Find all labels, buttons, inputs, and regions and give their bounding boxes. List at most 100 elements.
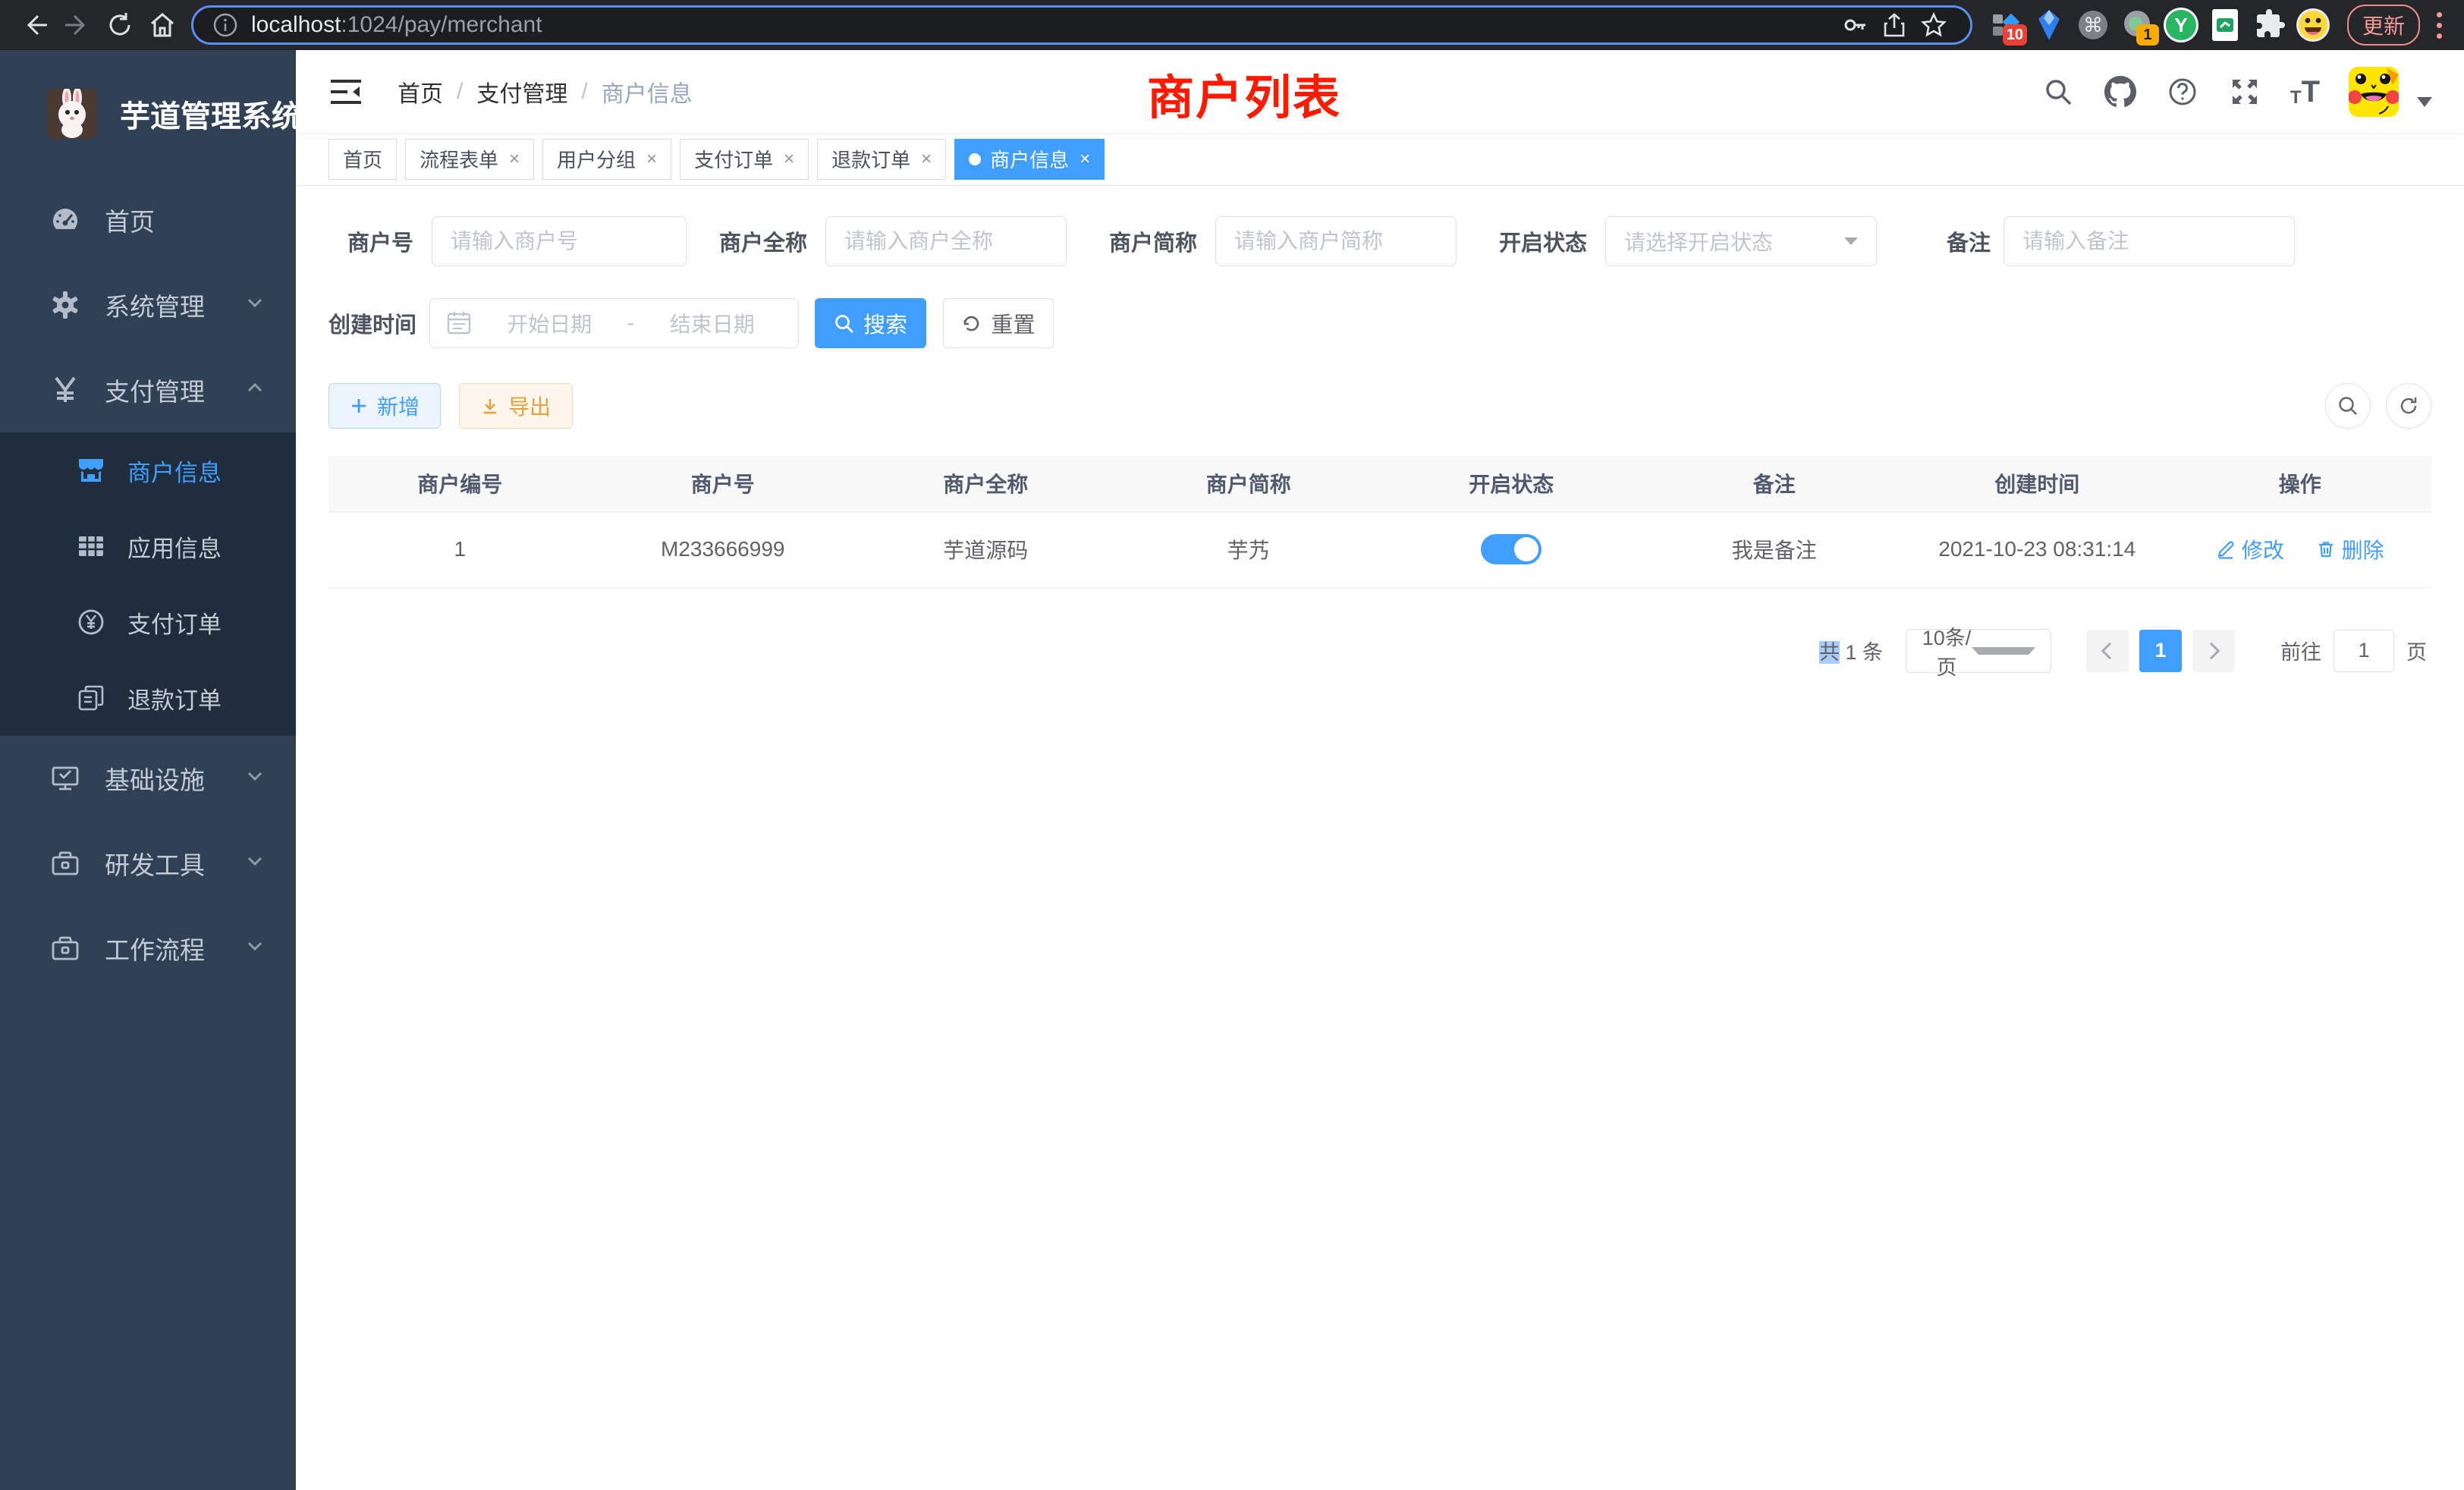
close-icon[interactable]: × <box>509 149 520 170</box>
add-button[interactable]: 新增 <box>328 383 441 429</box>
export-button[interactable]: 导出 <box>459 383 573 429</box>
remark-input[interactable] <box>2004 216 2295 266</box>
extension-badge: 1 <box>2136 24 2159 46</box>
tab-home[interactable]: 首页 <box>328 139 397 180</box>
page-annotation-title: 商户列表 <box>1147 59 1341 127</box>
tab-refund-order[interactable]: 退款订单× <box>817 139 946 180</box>
sidebar-item-pay-order[interactable]: 支付订单 <box>0 584 296 660</box>
create-time-range-picker[interactable]: 开始日期 - 结束日期 <box>429 298 799 348</box>
close-icon[interactable]: × <box>646 149 657 170</box>
extensions-puzzle-icon[interactable] <box>2247 3 2291 47</box>
toolbox-icon <box>49 847 82 880</box>
search-icon[interactable] <box>2041 75 2075 108</box>
search-button[interactable]: 搜索 <box>815 298 926 348</box>
password-key-icon[interactable] <box>1835 5 1875 45</box>
bookmark-star-icon[interactable] <box>1914 5 1953 45</box>
svg-text:Y: Y <box>2174 14 2187 36</box>
browser-home-button[interactable] <box>141 4 184 46</box>
fullscreen-icon[interactable] <box>2228 75 2261 108</box>
page-size-select[interactable]: 10条/页 <box>1906 629 2051 673</box>
browser-forward-button[interactable] <box>56 4 99 46</box>
sidebar-item-infrastructure[interactable]: 基础设施 <box>0 736 296 821</box>
cell-merchant-id: 1 <box>328 511 592 587</box>
sidebar-item-workflow[interactable]: 工作流程 <box>0 906 296 991</box>
filter-label-status: 开启状态 <box>1499 225 1587 257</box>
extension-recorder-icon[interactable]: 1 <box>2115 3 2159 47</box>
share-icon[interactable] <box>1875 5 1914 45</box>
full-name-input[interactable] <box>825 216 1067 266</box>
app-title: 芋道管理系统 <box>120 92 296 136</box>
column-header: 商户简称 <box>1117 456 1381 511</box>
breadcrumb-payment[interactable]: 支付管理 <box>476 75 567 108</box>
column-header: 商户全称 <box>854 456 1117 511</box>
status-select[interactable]: 请选择开启状态 <box>1605 216 1877 266</box>
url-path: :1024/pay/merchant <box>341 12 542 37</box>
table-row: 1 M233666999 芋道源码 芋艿 我是备注 2021-10-23 08:… <box>328 511 2431 587</box>
user-avatar[interactable] <box>2349 67 2399 117</box>
browser-menu-icon[interactable] <box>2428 12 2450 39</box>
chevron-down-icon <box>244 291 266 319</box>
sidebar-fold-icon[interactable] <box>328 74 364 110</box>
status-toggle[interactable] <box>1481 534 1542 564</box>
site-info-icon[interactable] <box>210 10 240 40</box>
reset-button[interactable]: 重置 <box>943 298 1054 348</box>
next-page-button[interactable] <box>2192 630 2235 672</box>
sidebar-item-refund-order[interactable]: 退款订单 <box>0 660 296 736</box>
breadcrumb-separator: / <box>457 79 463 105</box>
tab-merchant-info[interactable]: 商户信息× <box>954 139 1105 180</box>
start-date-placeholder: 开始日期 <box>479 308 621 338</box>
extension-gem-icon[interactable] <box>2027 3 2071 47</box>
close-icon[interactable]: × <box>1080 149 1090 170</box>
merchant-no-input[interactable] <box>432 216 687 266</box>
breadcrumb-home[interactable]: 首页 <box>398 75 443 108</box>
browser-update-button[interactable]: 更新 <box>2347 5 2420 46</box>
logo-bunny-image <box>47 89 97 139</box>
extension-y-icon[interactable]: Y <box>2159 3 2203 47</box>
close-icon[interactable]: × <box>784 149 794 170</box>
page-number-1[interactable]: 1 <box>2139 630 2182 672</box>
browser-back-button[interactable] <box>14 4 56 46</box>
profile-emoji-icon[interactable] <box>2291 3 2335 47</box>
toggle-search-icon-button[interactable] <box>2325 383 2371 429</box>
close-icon[interactable]: × <box>921 149 932 170</box>
table-header-row: 商户编号 商户号 商户全称 商户简称 开启状态 备注 创建时间 操作 <box>328 456 2431 511</box>
refresh-icon-button[interactable] <box>2386 383 2431 429</box>
extension-collab-icon[interactable]: 10 <box>1983 3 2027 47</box>
sidebar: 芋道管理系统 首页 系统管理 支付管理 <box>0 50 296 1490</box>
sidebar-item-payment[interactable]: 支付管理 <box>0 347 296 432</box>
tab-user-group[interactable]: 用户分组× <box>542 139 671 180</box>
github-icon[interactable] <box>2104 75 2137 108</box>
yen-icon <box>49 373 82 407</box>
sidebar-item-dev-tools[interactable]: 研发工具 <box>0 821 296 906</box>
filter-label-short-name: 商户简称 <box>1109 225 1197 257</box>
sidebar-item-home[interactable]: 首页 <box>0 178 296 262</box>
sidebar-item-merchant-info[interactable]: 商户信息 <box>0 432 296 508</box>
extension-command-icon[interactable]: ⌘ <box>2071 3 2115 47</box>
tab-pay-order[interactable]: 支付订单× <box>680 139 809 180</box>
app-logo[interactable]: 芋道管理系统 <box>0 50 296 178</box>
filter-label-remark: 备注 <box>1947 225 1991 257</box>
sidebar-item-label: 工作流程 <box>105 930 205 967</box>
breadcrumb-current: 商户信息 <box>602 75 693 108</box>
calendar-icon <box>445 310 473 337</box>
delete-link[interactable]: 删除 <box>2316 534 2384 564</box>
chevron-down-icon <box>244 849 266 878</box>
edit-link[interactable]: 修改 <box>2216 534 2284 564</box>
sidebar-item-system[interactable]: 系统管理 <box>0 262 296 347</box>
column-header: 开启状态 <box>1380 456 1643 511</box>
prev-page-button[interactable] <box>2086 630 2129 672</box>
short-name-input[interactable] <box>1215 216 1457 266</box>
sidebar-item-app-info[interactable]: 应用信息 <box>0 508 296 584</box>
address-bar[interactable]: localhost:1024/pay/merchant <box>191 5 1972 45</box>
monitor-check-icon <box>49 762 82 795</box>
help-icon[interactable] <box>2166 75 2199 108</box>
extension-sheet-icon[interactable] <box>2203 3 2247 47</box>
tab-process-form[interactable]: 流程表单× <box>405 139 534 180</box>
top-navbar: 首页 / 支付管理 / 商户信息 商户列表 TT <box>296 50 2464 133</box>
browser-reload-button[interactable] <box>99 4 141 46</box>
range-separator: - <box>621 311 642 335</box>
cell-remark: 我是备注 <box>1643 511 1906 587</box>
font-size-icon[interactable]: TT <box>2290 77 2320 107</box>
avatar-caret-icon[interactable] <box>2417 97 2432 107</box>
goto-page-input[interactable] <box>2334 630 2394 672</box>
